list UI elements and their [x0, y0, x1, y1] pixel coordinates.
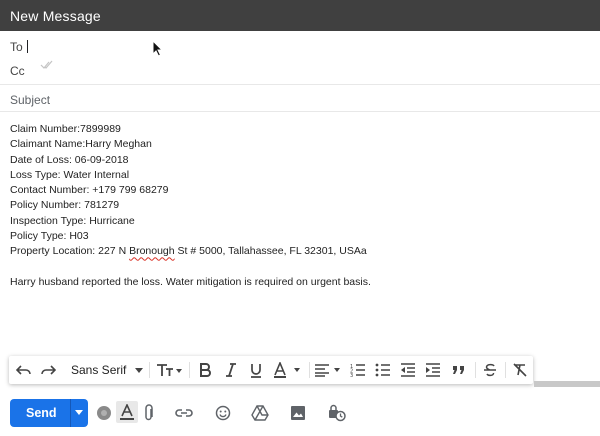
- spellcheck-word[interactable]: Bronough: [129, 245, 175, 257]
- confidential-mode-icon[interactable]: [328, 404, 346, 422]
- body-line: Policy Type: H03: [10, 230, 89, 243]
- font-size-icon[interactable]: [156, 361, 184, 379]
- body-line-location: Property Location: 227 N Bronough St # 5…: [10, 244, 590, 259]
- to-field[interactable]: To: [0, 36, 600, 58]
- body-line: Claim Number:7899989: [10, 123, 121, 135]
- google-drive-icon[interactable]: [251, 404, 269, 422]
- send-label: Send: [26, 406, 57, 420]
- location-suffix: St # 5000, Tallahassee, FL 32301, USAa: [174, 245, 367, 258]
- bold-icon[interactable]: [196, 361, 214, 379]
- horizontal-scrollbar[interactable]: [534, 381, 600, 387]
- cc-label: Cc: [10, 64, 25, 78]
- font-family-select[interactable]: Sans Serif: [71, 363, 126, 377]
- bulleted-list-icon[interactable]: [374, 361, 392, 379]
- body-note: Harry husband reported the loss. Water m…: [10, 275, 371, 288]
- align-icon[interactable]: [314, 361, 344, 379]
- indent-less-icon[interactable]: [399, 361, 417, 379]
- formatting-toolbar: Sans Serif 123: [9, 356, 533, 384]
- remove-formatting-icon[interactable]: [511, 361, 529, 379]
- redo-icon[interactable]: [39, 361, 57, 379]
- mouse-pointer-icon: [152, 39, 164, 58]
- send-options-icon[interactable]: [75, 410, 83, 415]
- send-button[interactable]: Send: [10, 399, 88, 427]
- toolbar-divider: [189, 362, 190, 378]
- grammar-check-icon[interactable]: [95, 404, 113, 422]
- location-prefix: Property Location: 227 N: [10, 245, 130, 258]
- send-divider: [70, 399, 71, 427]
- text-cursor: [27, 40, 28, 53]
- svg-text:3: 3: [350, 373, 353, 377]
- cc-field[interactable]: Cc: [0, 60, 600, 82]
- insert-link-icon[interactable]: [175, 404, 193, 422]
- body-line: Inspection Type: Hurricane: [10, 214, 135, 227]
- italic-icon[interactable]: [222, 361, 240, 379]
- underline-icon[interactable]: [247, 361, 265, 379]
- undo-icon[interactable]: [15, 361, 33, 379]
- compose-actions-bar: Send: [0, 392, 600, 436]
- strikethrough-icon[interactable]: [481, 361, 499, 379]
- subject-placeholder: Subject: [10, 93, 51, 107]
- checkmark-icon: [40, 60, 54, 73]
- numbered-list-icon[interactable]: 123: [349, 361, 367, 379]
- text-color-icon[interactable]: [273, 361, 305, 379]
- to-label: To: [10, 40, 23, 54]
- toolbar-divider: [505, 362, 506, 378]
- body-line: Policy Number: 781279: [10, 199, 120, 212]
- chevron-down-icon[interactable]: [134, 361, 144, 379]
- formatting-options-icon[interactable]: [118, 404, 136, 422]
- indent-more-icon[interactable]: [424, 361, 442, 379]
- quote-icon[interactable]: [450, 361, 468, 379]
- message-body[interactable]: Claim Number:7899989 Claimant Name:Harry…: [10, 122, 590, 290]
- body-line: Contact Number: +179 799 68279: [10, 184, 169, 197]
- emoji-icon[interactable]: [214, 404, 232, 422]
- compose-titlebar: New Message: [0, 0, 600, 31]
- attach-file-icon[interactable]: [140, 404, 158, 422]
- body-line: Claimant Name:Harry Meghan: [10, 138, 152, 151]
- toolbar-divider: [475, 362, 476, 378]
- toolbar-divider: [149, 362, 150, 378]
- insert-photo-icon[interactable]: [289, 404, 307, 422]
- toolbar-divider: [309, 362, 310, 378]
- subject-field[interactable]: Subject: [0, 84, 600, 112]
- body-line: Loss Type: Water Internal: [10, 168, 130, 181]
- body-line: Date of Loss: 06-09-2018: [10, 153, 129, 166]
- window-title: New Message: [10, 8, 101, 24]
